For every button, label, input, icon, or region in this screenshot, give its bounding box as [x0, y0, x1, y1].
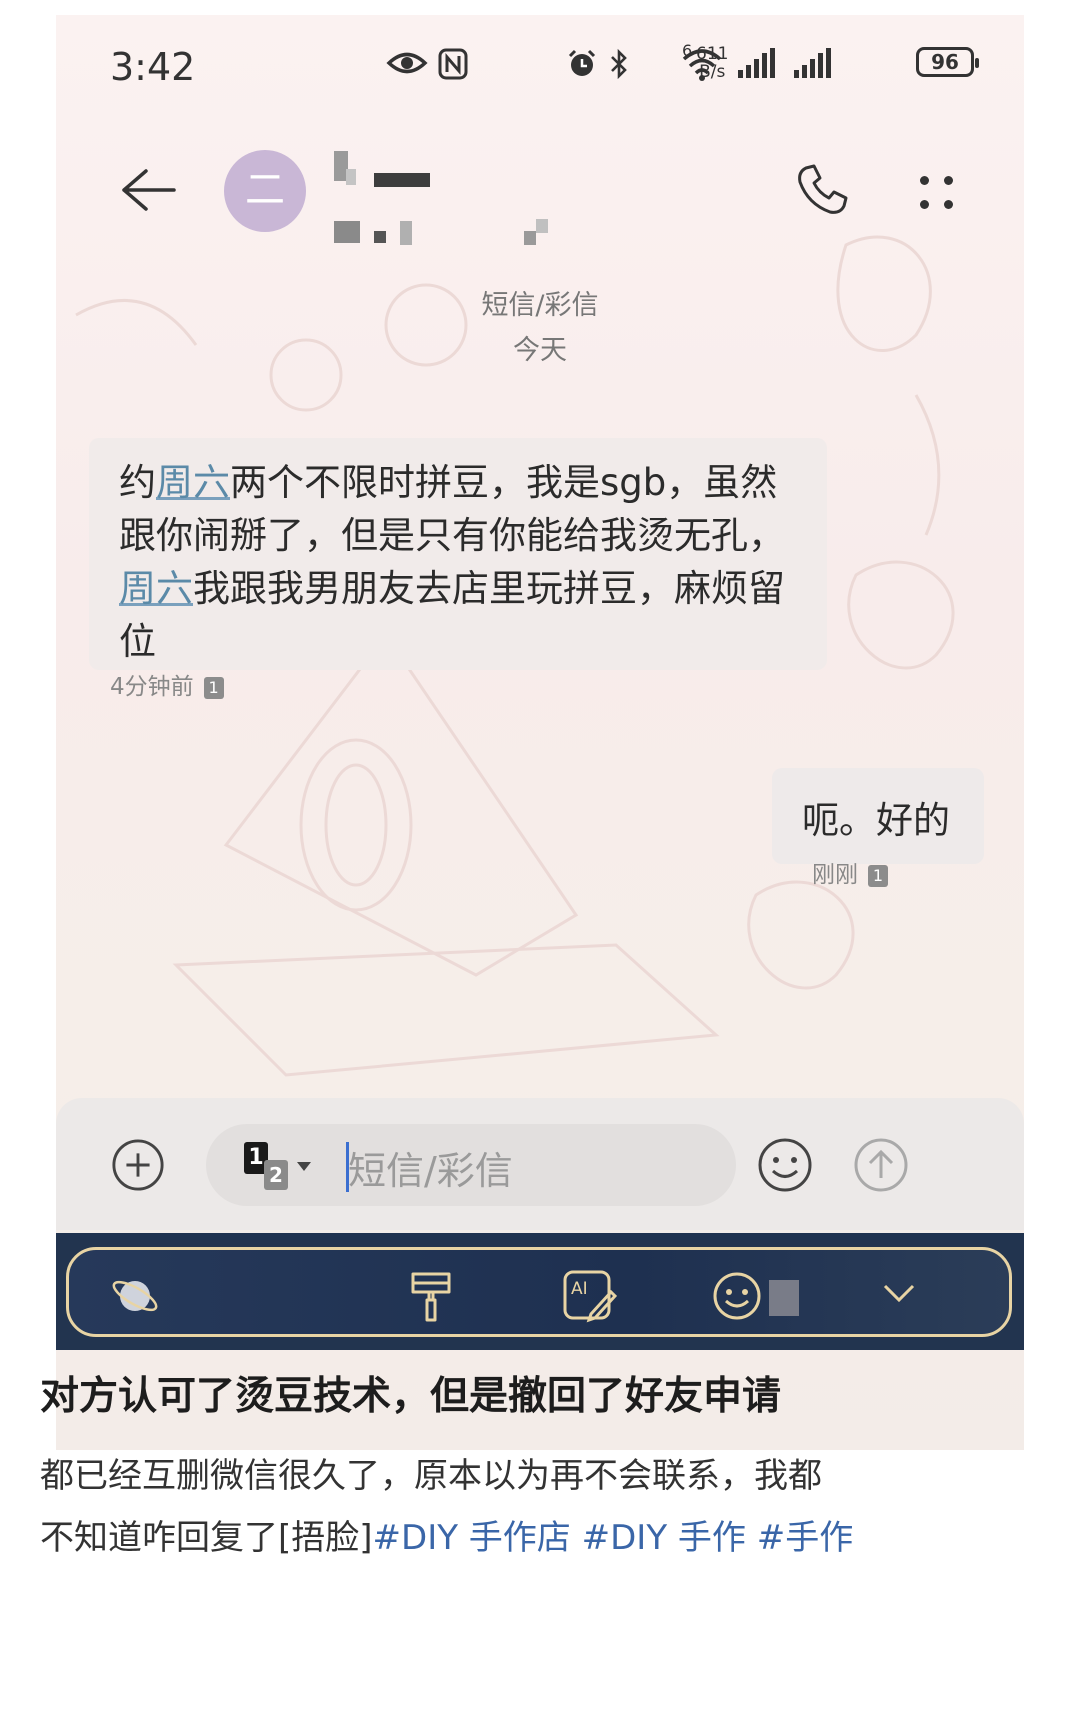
battery-indicator: 96 — [916, 47, 979, 77]
hashtag-link[interactable]: #DIY 手作 — [582, 1518, 746, 1558]
message-text-segment: 我跟我男朋友去店里玩拼豆，麻烦留位 — [119, 567, 785, 663]
hashtag-link[interactable]: #手作 — [757, 1518, 854, 1558]
post-body-text: 不知道咋回复了[捂脸] — [40, 1518, 373, 1558]
redacted-patch — [769, 1280, 799, 1316]
incoming-message-bubble[interactable]: 约周六两个不限时拼豆，我是sgb，虽然跟你闹掰了，但是只有你能给我烫无孔，周六我… — [89, 438, 827, 670]
message-composer: 1 2 短信/彩信 — [56, 1098, 1024, 1230]
chevron-down-icon — [297, 1162, 311, 1171]
wifi-generation-label: 6 — [682, 41, 693, 60]
keyboard-toolbar: AI — [56, 1233, 1024, 1350]
emoji-icon[interactable] — [756, 1136, 814, 1194]
sim-selector[interactable]: 1 2 — [244, 1142, 311, 1192]
keyboard-toolbar-frame: AI — [66, 1247, 1012, 1337]
sim-secondary-badge: 2 — [264, 1160, 288, 1190]
eye-icon — [386, 52, 428, 74]
post-body-line: 都已经互删微信很久了，原本以为再不会联系，我都 — [40, 1456, 822, 1496]
post-title: 对方认可了烫豆技术，但是撤回了好友申请 — [40, 1374, 782, 1419]
input-placeholder: 短信/彩信 — [348, 1149, 513, 1193]
sim-card-badge: 1 — [868, 864, 888, 887]
phone-screenshot: 3:42 611 B/s 6 96 二 短信/彩信 今天 约周六两个不限时拼豆，… — [56, 15, 1024, 1450]
sim-card-badge: 1 — [203, 676, 224, 699]
nfc-icon — [438, 48, 468, 80]
back-arrow-icon[interactable] — [118, 165, 178, 215]
post-body: 都已经互删微信很久了，原本以为再不会联系，我都 不知道咋回复了[捂脸]#DIY … — [40, 1445, 1050, 1569]
send-icon[interactable] — [852, 1136, 910, 1194]
message-input-field[interactable]: 1 2 短信/彩信 — [206, 1124, 736, 1206]
emoji-keyboard-icon[interactable] — [711, 1268, 767, 1324]
message-timestamp: 刚刚 — [812, 862, 858, 888]
message-text-segment: 约 — [119, 461, 156, 504]
outgoing-message-bubble[interactable]: 呃。好的 — [772, 768, 984, 864]
hashtag-link[interactable]: #DIY 手作店 — [373, 1518, 571, 1558]
contact-avatar[interactable]: 二 — [224, 150, 306, 232]
svg-text:AI: AI — [571, 1279, 588, 1299]
message-timestamp: 4分钟前 — [110, 674, 194, 700]
signal-strength-icon-2 — [794, 48, 831, 78]
status-time: 3:42 — [110, 45, 196, 89]
paintbrush-icon[interactable] — [407, 1268, 455, 1324]
date-link[interactable]: 周六 — [156, 461, 230, 504]
more-options-icon[interactable] — [914, 170, 964, 220]
collapse-chevron-icon[interactable] — [879, 1278, 919, 1308]
planet-icon[interactable] — [109, 1270, 161, 1322]
outgoing-message-meta: 刚刚 1 — [812, 855, 888, 889]
signal-strength-icon-1 — [738, 48, 775, 78]
incoming-message-meta: 4分钟前 1 — [110, 667, 224, 701]
date-link[interactable]: 周六 — [119, 567, 193, 610]
alarm-icon — [568, 49, 596, 76]
outgoing-message-text: 呃。好的 — [802, 799, 950, 842]
thread-channel-label: 短信/彩信 — [481, 290, 599, 321]
add-attachment-icon[interactable] — [111, 1138, 165, 1192]
phone-call-icon[interactable] — [792, 160, 852, 220]
bluetooth-icon — [611, 48, 627, 80]
incoming-message-text: 约周六两个不限时拼豆，我是sgb，虽然跟你闹掰了，但是只有你能给我烫无孔，周六我… — [119, 456, 809, 668]
thread-date-label: 今天 — [513, 335, 567, 366]
post-body-line: 不知道咋回复了[捂脸]#DIY 手作店 #DIY 手作 #手作 — [40, 1507, 1050, 1569]
conversation-header: 二 — [56, 135, 1024, 255]
status-bar: 3:42 611 B/s 6 96 — [56, 15, 1024, 115]
ai-writing-icon[interactable]: AI — [561, 1268, 617, 1324]
